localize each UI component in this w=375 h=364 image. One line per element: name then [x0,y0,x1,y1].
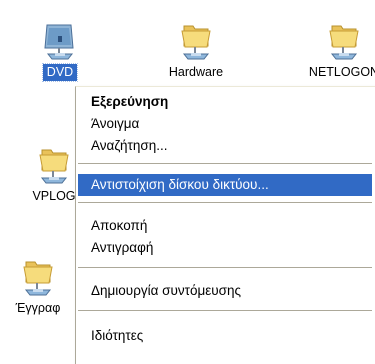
shared-folder-icon [324,20,364,64]
menu-item-search[interactable]: Αναζήτηση... [78,135,372,157]
menu-item-open[interactable]: Άνοιγμα [78,113,372,135]
menu-separator [78,163,372,164]
menu-item-map-network-drive[interactable]: Αντιστοίχιση δίσκου δικτύου... [78,174,372,196]
desktop-icon-documents[interactable]: Έγγραφ [0,256,84,317]
desktop-icon-label: Έγγραφ [15,301,61,315]
desktop-icon-netlogon[interactable]: NETLOGON [298,20,375,81]
shared-dvd-icon [40,20,80,64]
desktop-icon-label: VPLOG [32,189,76,203]
menu-separator [78,267,372,268]
context-menu: Εξερεύνηση Άνοιγμα Αναζήτηση... Αντιστοί… [75,86,375,364]
shared-folder-icon [34,144,74,188]
menu-item-copy[interactable]: Αντιγραφή [78,237,372,259]
desktop-icon-label: DVD [41,63,79,82]
desktop-icon-hardware[interactable]: Hardware [150,20,242,81]
shared-folder-icon [176,20,216,64]
menu-item-cut[interactable]: Αποκοπή [78,215,372,237]
menu-item-properties[interactable]: Ιδιότητες [78,325,372,347]
desktop-icon-label: NETLOGON [308,65,375,79]
menu-item-explore[interactable]: Εξερεύνηση [78,91,372,113]
desktop-icon-label: Hardware [168,65,224,79]
menu-separator [78,310,372,311]
desktop-icon-dvd[interactable]: DVD [14,20,106,82]
menu-separator [78,202,372,203]
menu-item-create-shortcut[interactable]: Δημιουργία συντόμευσης [78,280,372,302]
shared-folder-icon [18,256,58,300]
